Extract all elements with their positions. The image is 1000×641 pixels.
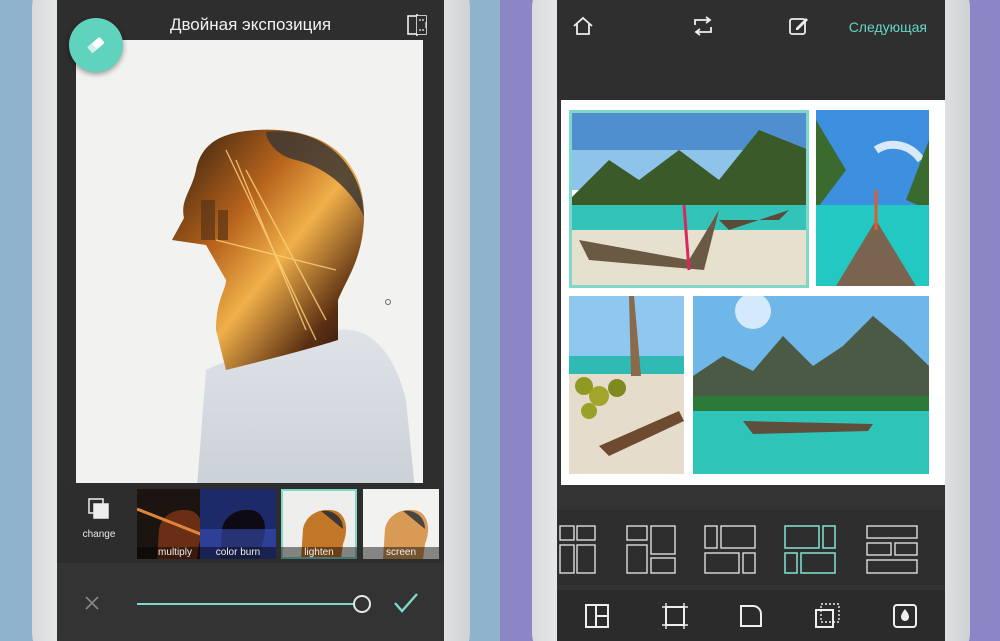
blend-label: color burn [200, 547, 276, 559]
close-icon[interactable] [84, 595, 100, 611]
tools-bar [557, 590, 945, 641]
collage-canvas [561, 100, 945, 485]
compare-icon[interactable] [406, 14, 428, 36]
top-bar: Следующая [557, 0, 945, 100]
karst-island-photo [693, 296, 929, 474]
boat-lagoon-photo [816, 110, 929, 286]
swap-icon[interactable] [691, 15, 715, 37]
home-icon[interactable] [572, 16, 594, 36]
change-image-button[interactable]: change [79, 493, 119, 540]
blend-label: lighten [281, 547, 357, 559]
layout-option-5[interactable] [865, 525, 919, 575]
double-exposure-photo[interactable] [76, 40, 423, 483]
blend-label: screen [363, 547, 439, 559]
boats-beach-photo [569, 110, 809, 288]
layers-icon [88, 498, 109, 519]
blend-thumb-screen[interactable]: screen [363, 489, 439, 559]
layout-option-3[interactable] [703, 525, 757, 575]
opacity-slider-track[interactable] [137, 603, 362, 605]
collage-tile-3[interactable] [569, 296, 684, 474]
collage-tile-1[interactable] [569, 110, 809, 288]
next-button[interactable]: Следующая [849, 19, 927, 35]
blend-thumb-color-burn[interactable]: color burn [200, 489, 276, 559]
double-exposure-screen: Двойная экспозиция change multiply color… [57, 0, 444, 641]
eraser-icon [87, 37, 105, 54]
border-tool-icon[interactable] [661, 602, 689, 630]
layout-option-1[interactable] [557, 525, 597, 575]
eraser-button[interactable] [69, 18, 123, 72]
bottom-action-bar [57, 563, 444, 641]
collage-tile-2[interactable] [816, 110, 929, 286]
layout-option-2[interactable] [625, 525, 677, 575]
check-icon[interactable] [393, 592, 419, 614]
edit-icon[interactable] [788, 15, 810, 37]
opacity-slider-knob[interactable] [353, 595, 371, 613]
blend-mode-bar: change multiply color burn lighten scree… [57, 483, 444, 563]
corner-tool-icon[interactable] [737, 602, 765, 630]
coconuts-beach-photo [569, 296, 684, 474]
shadow-tool-icon[interactable] [813, 602, 841, 630]
blend-thumb-lighten[interactable]: lighten [281, 489, 357, 559]
layout-option-4-selected[interactable] [783, 525, 837, 575]
collage-tile-4[interactable] [693, 296, 929, 474]
layout-tool-icon[interactable] [583, 602, 611, 630]
layout-options-bar [557, 510, 945, 585]
change-label: change [82, 529, 116, 540]
color-drop-icon[interactable] [891, 600, 919, 630]
collage-screen: Следующая [557, 0, 945, 641]
silhouette-image [76, 40, 423, 483]
